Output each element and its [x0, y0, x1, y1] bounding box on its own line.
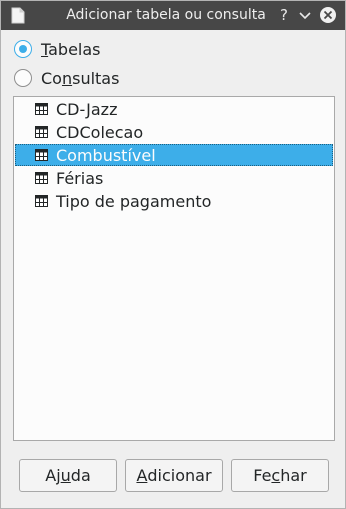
table-list[interactable]: CD-Jazz CDColecao Combustível Férias Tip…: [13, 96, 335, 441]
list-item-label: CDColecao: [56, 122, 144, 142]
list-item-label: CD-Jazz: [56, 99, 118, 119]
radio-label: Tabelas: [41, 39, 101, 59]
radio-consultas[interactable]: Consultas: [14, 68, 119, 88]
help-icon[interactable]: ?: [277, 6, 291, 24]
list-item-selected[interactable]: Combustível: [15, 144, 333, 166]
table-icon: [35, 195, 48, 207]
chevron-down-icon[interactable]: [297, 8, 313, 24]
dialog-window: Adicionar tabela ou consulta ? Tabelas C…: [0, 0, 346, 509]
close-button[interactable]: Fe c har: [231, 459, 329, 492]
table-icon: [35, 149, 48, 161]
list-item-label: Férias: [56, 168, 104, 188]
radio-button[interactable]: [14, 40, 32, 58]
help-button[interactable]: Aj u da: [19, 459, 117, 492]
list-item-label: Tipo de pagamento: [56, 191, 212, 211]
close-icon[interactable]: [319, 6, 337, 24]
add-button[interactable]: Adicionar: [125, 459, 223, 492]
list-item[interactable]: CDColecao: [15, 121, 333, 143]
radio-tabelas[interactable]: Tabelas: [14, 39, 101, 59]
table-icon: [35, 172, 48, 184]
list-item[interactable]: Férias: [15, 167, 333, 189]
table-icon: [35, 103, 48, 115]
list-item[interactable]: CD-Jazz: [15, 98, 333, 120]
radio-button[interactable]: [14, 69, 32, 87]
list-item-label: Combustível: [56, 145, 156, 165]
table-icon: [35, 126, 48, 138]
window-title: Adicionar tabela ou consulta: [66, 7, 266, 23]
list-item[interactable]: Tipo de pagamento: [15, 190, 333, 212]
title-bar[interactable]: Adicionar tabela ou consulta ?: [1, 1, 345, 30]
radio-label: Consultas: [41, 68, 120, 88]
